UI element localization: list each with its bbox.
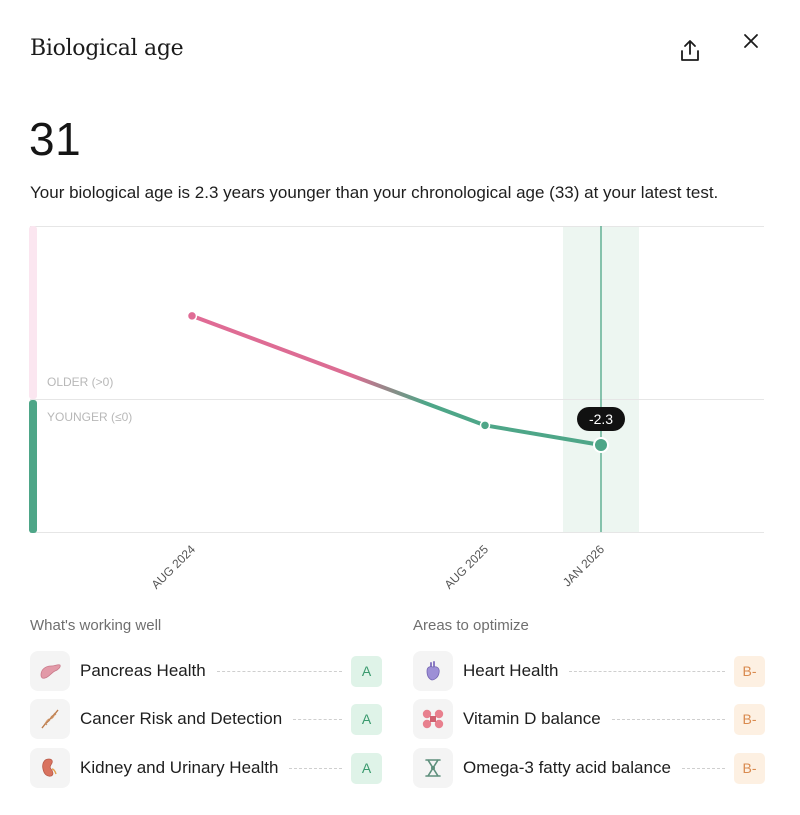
- list-item-label: Omega-3 fatty acid balance: [463, 758, 671, 777]
- younger-zone-bar: [29, 400, 37, 533]
- list-item-vitamin-d[interactable]: Vitamin D balance B-: [413, 698, 765, 740]
- working-well-title: What's working well: [30, 617, 162, 634]
- list-item-label: Vitamin D balance: [463, 709, 601, 728]
- close-icon: [744, 34, 758, 48]
- grade-badge: B-: [734, 655, 765, 687]
- grade-badge: B-: [734, 703, 765, 735]
- share-icon: [681, 40, 699, 61]
- series-line-segment: [190, 313, 487, 428]
- list-item-label: Cancer Risk and Detection: [80, 709, 283, 728]
- biological-age-value: 31: [29, 113, 82, 165]
- list-item-label: Heart Health: [463, 661, 559, 680]
- dna-icon: [41, 709, 59, 729]
- older-zone-bar: [29, 226, 37, 399]
- grade-badge: A: [351, 655, 382, 687]
- older-zone-label: OLDER (>0): [47, 375, 113, 389]
- grade-badge: B-: [734, 752, 765, 784]
- x-tick-label: AUG 2025: [442, 542, 492, 592]
- list-item-kidney-health[interactable]: Kidney and Urinary Health A: [30, 747, 382, 789]
- data-point-latest: [593, 437, 609, 454]
- share-button[interactable]: [676, 37, 704, 65]
- list-item-label: Pancreas Health: [80, 661, 206, 680]
- omega-3-icon: [425, 759, 441, 777]
- value-callout-label: -2.3: [589, 411, 613, 427]
- vitamin-d-icon: [422, 709, 444, 729]
- biological-age-chart: OLDER (>0) YOUNGER (≤0) -2.3 AUG 2024 AUG …: [29, 226, 764, 592]
- x-tick-label: AUG 2024: [149, 542, 199, 592]
- optimize-title: Areas to optimize: [413, 617, 529, 634]
- close-button[interactable]: [737, 27, 765, 55]
- younger-zone-label: YOUNGER (≤0): [47, 410, 132, 424]
- data-point: [479, 420, 491, 431]
- data-point: [186, 310, 198, 322]
- x-tick-label: JAN 2026: [560, 542, 607, 589]
- grade-badge: A: [351, 703, 382, 735]
- list-item-omega-3[interactable]: Omega-3 fatty acid balance B-: [413, 747, 765, 789]
- list-item-heart-health[interactable]: Heart Health B-: [413, 650, 765, 692]
- grade-badge: A: [351, 752, 382, 784]
- age-summary: Your biological age is 2.3 years younger…: [30, 183, 719, 202]
- page-title: Biological age: [30, 36, 184, 61]
- pancreas-icon: [40, 664, 61, 679]
- list-item-cancer-risk[interactable]: Cancer Risk and Detection A: [30, 698, 382, 740]
- list-item-label: Kidney and Urinary Health: [80, 758, 279, 777]
- kidney-icon: [42, 758, 57, 777]
- list-item-pancreas-health[interactable]: Pancreas Health A: [30, 650, 382, 692]
- heart-icon: [426, 661, 440, 681]
